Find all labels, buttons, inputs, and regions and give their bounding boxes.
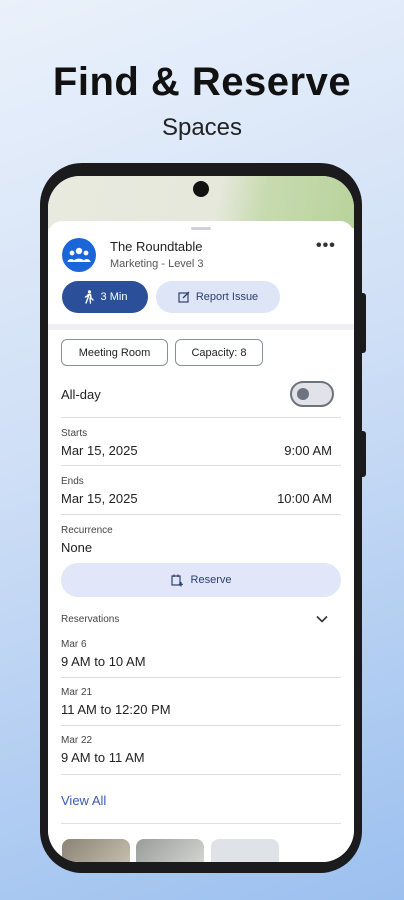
- phone-frame: The Roundtable Marketing - Level 3 ••• 3…: [40, 163, 366, 873]
- calendar-add-icon: [170, 574, 183, 586]
- divider: [61, 514, 341, 515]
- hero-subtitle: Spaces: [161, 114, 243, 141]
- drag-handle[interactable]: [191, 227, 211, 230]
- reservation-time[interactable]: 9 AM to 10 AM: [61, 654, 146, 669]
- reservation-date: Mar 6: [61, 639, 87, 650]
- more-options-icon[interactable]: •••: [316, 237, 336, 255]
- camera-cutout: [193, 181, 209, 197]
- hero-title: Find & Reserve: [52, 60, 352, 104]
- report-issue-label: Report Issue: [195, 291, 259, 303]
- view-all-link[interactable]: View All: [61, 793, 106, 808]
- section-separator: [48, 324, 354, 330]
- divider: [61, 823, 341, 824]
- report-issue-button[interactable]: Report Issue: [156, 281, 280, 313]
- walking-directions-button[interactable]: 3 Min: [62, 281, 148, 313]
- divider: [61, 774, 341, 775]
- starts-label: Starts: [61, 428, 88, 439]
- volume-button: [362, 293, 366, 353]
- toggle-knob: [297, 388, 309, 400]
- reservation-date: Mar 21: [61, 687, 93, 698]
- phone-screen: The Roundtable Marketing - Level 3 ••• 3…: [48, 176, 354, 862]
- add-photo-tile[interactable]: [211, 839, 279, 862]
- space-details-sheet: The Roundtable Marketing - Level 3 ••• 3…: [48, 221, 354, 862]
- divider: [61, 677, 341, 678]
- power-button: [362, 431, 366, 477]
- reservation-date: Mar 22: [61, 735, 93, 746]
- room-location: Marketing - Level 3: [110, 258, 204, 270]
- capacity-chip: Capacity: 8: [175, 339, 263, 366]
- chevron-down-icon[interactable]: [316, 612, 328, 626]
- ends-time[interactable]: 10:00 AM: [277, 491, 332, 506]
- ends-date[interactable]: Mar 15, 2025: [61, 491, 138, 506]
- divider: [61, 417, 341, 418]
- reservation-time[interactable]: 9 AM to 11 AM: [61, 750, 145, 765]
- room-name: The Roundtable: [110, 239, 203, 254]
- walking-icon: [84, 290, 94, 304]
- space-type-chip: Meeting Room: [61, 339, 168, 366]
- starts-time[interactable]: 9:00 AM: [284, 443, 332, 458]
- recurrence-label: Recurrence: [61, 525, 113, 536]
- allday-toggle[interactable]: [290, 381, 334, 407]
- divider: [61, 465, 341, 466]
- reservations-header: Reservations: [61, 614, 120, 625]
- edit-square-icon: [178, 291, 190, 303]
- group-icon: [62, 238, 96, 272]
- allday-label: All-day: [61, 387, 101, 402]
- walk-time-label: 3 Min: [100, 291, 128, 303]
- reservation-time[interactable]: 11 AM to 12:20 PM: [61, 702, 171, 717]
- recurrence-value[interactable]: None: [61, 540, 92, 555]
- space-photo[interactable]: [136, 839, 204, 862]
- space-photo[interactable]: [62, 839, 130, 862]
- reserve-button[interactable]: Reserve: [61, 563, 341, 597]
- reserve-label: Reserve: [190, 574, 232, 586]
- starts-date[interactable]: Mar 15, 2025: [61, 443, 138, 458]
- ends-label: Ends: [61, 476, 84, 487]
- divider: [61, 725, 341, 726]
